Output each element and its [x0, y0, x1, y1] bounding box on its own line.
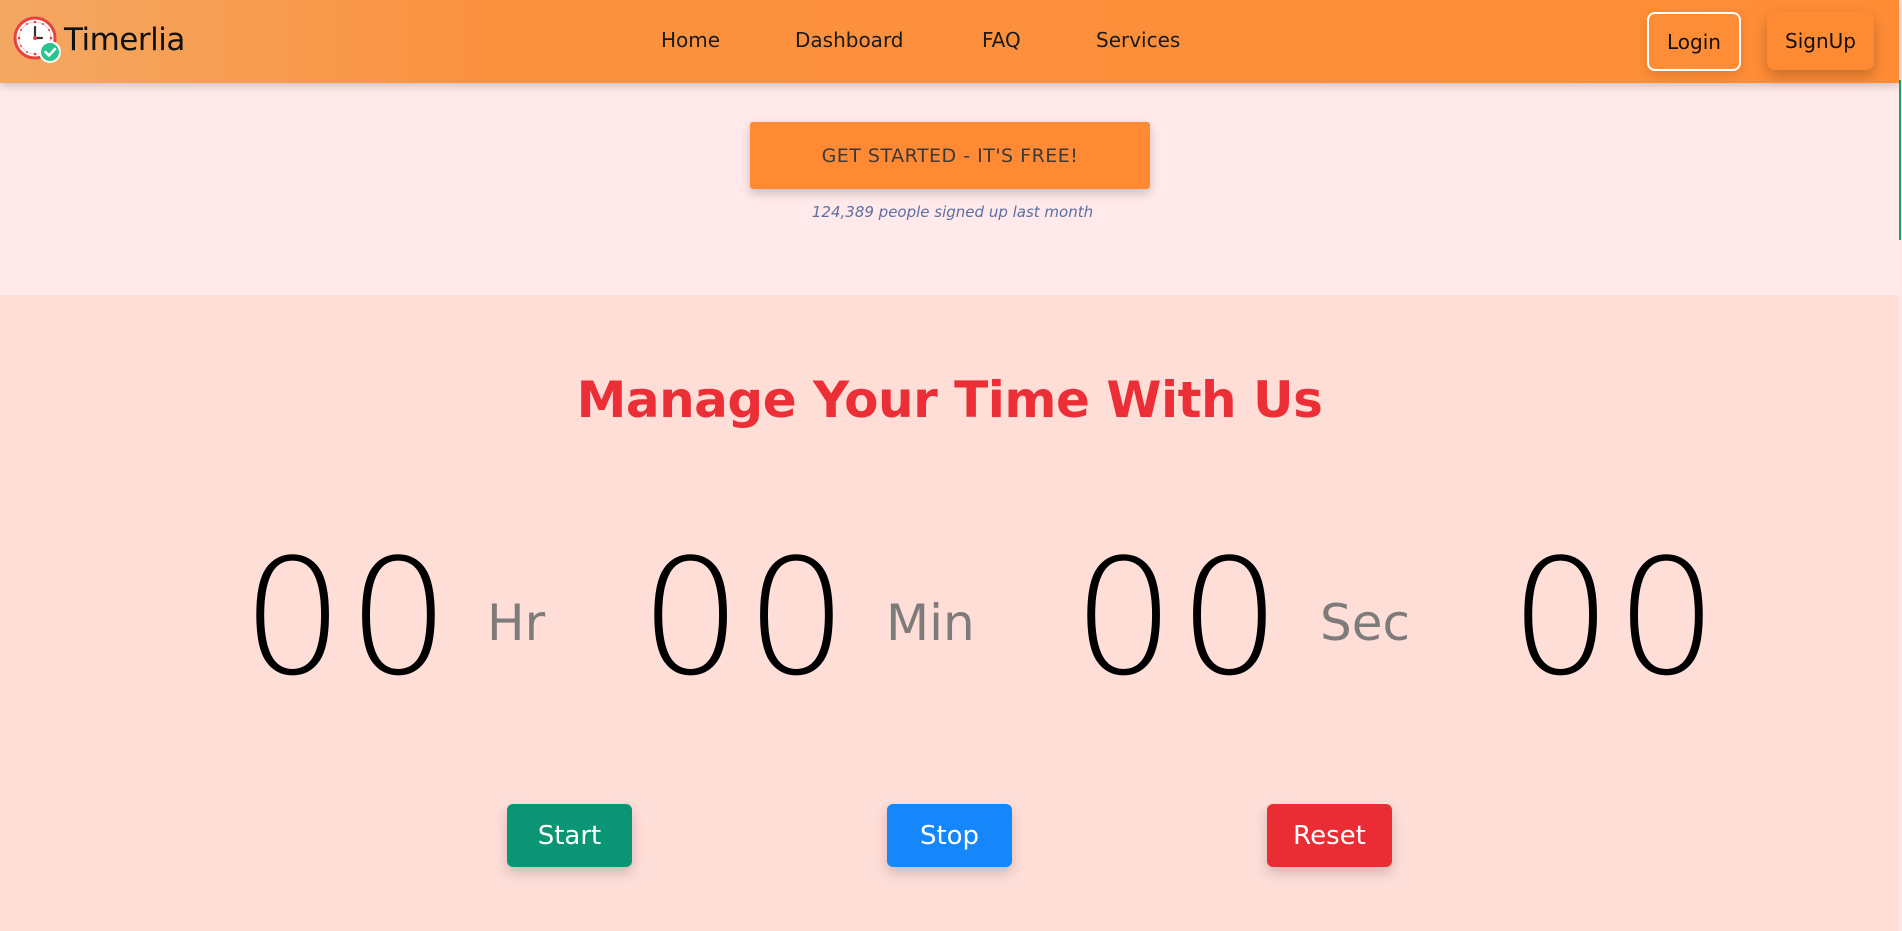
nav-links: Home Dashboard FAQ Services [0, 0, 1899, 83]
seconds-unit-label: Sec [1320, 594, 1410, 652]
nav-dashboard-link[interactable]: Dashboard [795, 28, 904, 52]
seconds-display: 00 [1073, 524, 1285, 711]
stop-button[interactable]: Stop [887, 804, 1012, 867]
nav-services-link[interactable]: Services [1096, 28, 1180, 52]
nav-home-link[interactable]: Home [661, 28, 720, 52]
navbar: Timerlia Home Dashboard FAQ Services Log… [0, 0, 1899, 83]
signup-count-note: 124,389 people signed up last month [811, 203, 1094, 221]
section-title: Manage Your Time With Us [576, 371, 1323, 429]
milliseconds-display: 00 [1510, 524, 1722, 711]
hours-display: 00 [242, 524, 454, 711]
minutes-unit-label: Min [886, 594, 975, 652]
login-button[interactable]: Login [1647, 12, 1741, 71]
start-button[interactable]: Start [507, 804, 632, 867]
get-started-button[interactable]: GET STARTED - IT'S FREE! [750, 122, 1150, 189]
reset-button[interactable]: Reset [1267, 804, 1392, 867]
hours-unit-label: Hr [487, 594, 546, 652]
hero-section: GET STARTED - IT'S FREE! 124,389 people … [0, 83, 1899, 295]
minutes-display: 00 [640, 524, 852, 711]
page: Timerlia Home Dashboard FAQ Services Log… [0, 0, 1902, 931]
timer-section: Manage Your Time With Us 00 Hr 00 Min 00… [0, 295, 1899, 931]
signup-button[interactable]: SignUp [1767, 12, 1874, 70]
nav-faq-link[interactable]: FAQ [982, 28, 1021, 52]
scrollbar-edge[interactable] [1899, 80, 1901, 240]
